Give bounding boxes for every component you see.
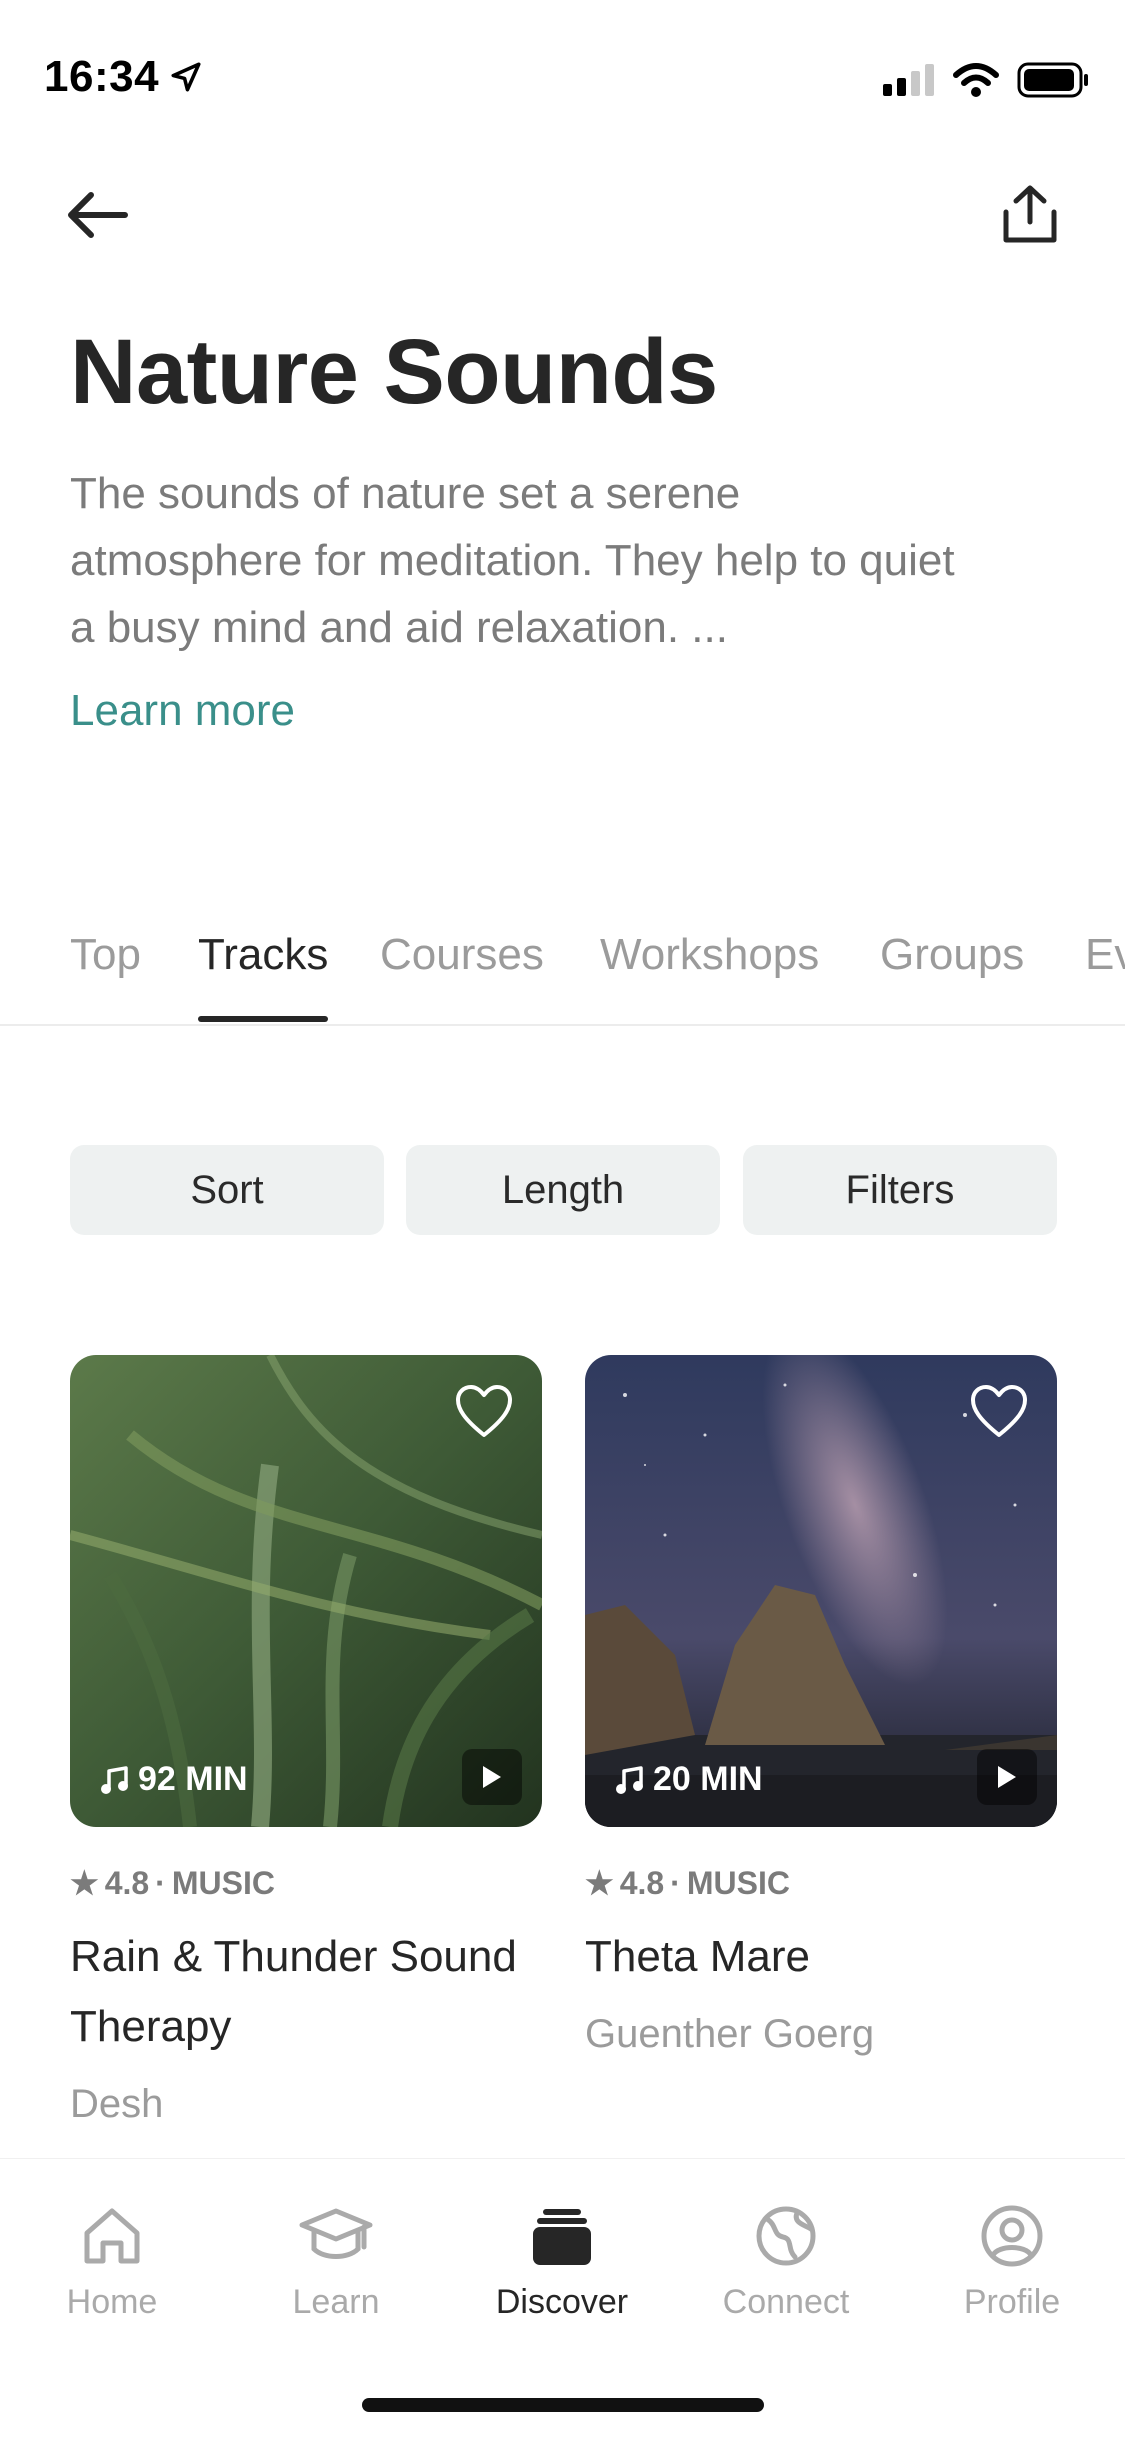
track-card-image[interactable]: 20 MIN <box>585 1355 1057 1827</box>
track-meta: ★ 4.8 · MUSIC <box>585 1864 790 1902</box>
track-author[interactable]: Guenther Goerg <box>585 2012 874 2057</box>
music-note-icon <box>616 1765 643 1794</box>
star-icon: ★ <box>585 1865 614 1901</box>
cellular-signal-icon <box>883 64 934 96</box>
track-author[interactable]: Desh <box>70 2082 163 2127</box>
favorite-heart-icon[interactable] <box>969 1383 1029 1439</box>
tab-tracks[interactable]: Tracks <box>198 930 328 980</box>
play-button[interactable] <box>462 1749 522 1805</box>
learn-more-link[interactable]: Learn more <box>70 686 295 736</box>
track-title[interactable]: Rain & Thunder Sound Therapy <box>70 1922 570 2062</box>
length-button[interactable]: Length <box>406 1145 720 1235</box>
filters-button[interactable]: Filters <box>743 1145 1057 1235</box>
page-title: Nature Sounds <box>70 321 718 423</box>
globe-icon <box>756 2206 816 2266</box>
graduation-cap-icon <box>299 2208 373 2259</box>
tab-workshops[interactable]: Workshops <box>600 930 819 980</box>
tab-courses[interactable]: Courses <box>380 930 544 980</box>
home-indicator[interactable] <box>362 2398 764 2412</box>
tab-events[interactable]: Ev <box>1085 930 1125 980</box>
sort-button[interactable]: Sort <box>70 1145 384 1235</box>
status-time: 16:34 <box>44 52 203 102</box>
home-icon <box>84 2208 140 2264</box>
location-arrow-icon <box>171 62 201 92</box>
nav-discover[interactable]: Discover <box>462 2203 662 2322</box>
share-icon <box>1003 185 1057 243</box>
nav-learn[interactable]: Learn <box>236 2203 436 2322</box>
music-note-icon <box>101 1765 128 1794</box>
profile-icon <box>981 2205 1043 2267</box>
tab-groups[interactable]: Groups <box>880 930 1024 980</box>
back-arrow-icon <box>68 192 128 238</box>
wifi-icon <box>953 63 999 97</box>
battery-icon <box>1017 62 1088 98</box>
play-button[interactable] <box>977 1749 1037 1805</box>
track-title[interactable]: Theta Mare <box>585 1922 1085 1992</box>
page-description: The sounds of nature set a serene atmosp… <box>70 469 955 652</box>
status-indicators <box>883 62 1089 98</box>
nav-home[interactable]: Home <box>12 2203 212 2322</box>
star-icon: ★ <box>70 1865 99 1901</box>
bottom-navigation: Home Learn Discover Connect Profile <box>0 2158 1125 2437</box>
nav-connect[interactable]: Connect <box>686 2203 886 2322</box>
tab-top[interactable]: Top <box>70 930 141 980</box>
play-icon <box>998 1766 1016 1788</box>
duration-badge: 20 MIN <box>615 1760 763 1799</box>
track-card-image[interactable]: 92 MIN <box>70 1355 542 1827</box>
play-icon <box>483 1766 501 1788</box>
nav-profile[interactable]: Profile <box>912 2203 1112 2322</box>
discover-stack-icon <box>533 2209 591 2265</box>
back-button[interactable] <box>52 170 142 260</box>
duration-badge: 92 MIN <box>100 1760 248 1799</box>
favorite-heart-icon[interactable] <box>454 1383 514 1439</box>
track-meta: ★ 4.8 · MUSIC <box>70 1864 275 1902</box>
share-button[interactable] <box>985 170 1075 260</box>
active-tab-indicator <box>198 1016 328 1022</box>
category-tabs: Top Tracks Courses Workshops Groups Ev <box>0 900 1125 1026</box>
